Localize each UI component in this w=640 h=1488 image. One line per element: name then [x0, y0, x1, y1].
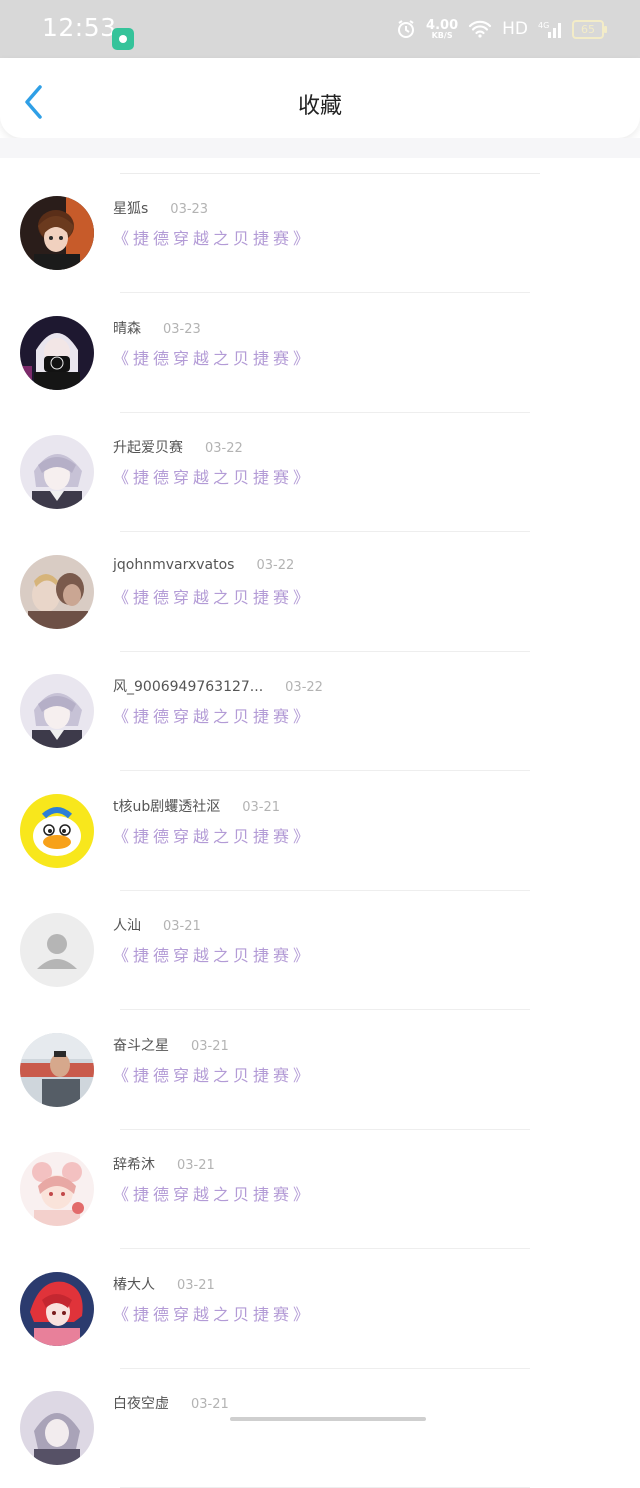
item-meta: 辞希沐 03-21 [113, 1154, 215, 1174]
favorite-item[interactable]: 晴森 03-23 《捷德穿越之贝捷赛》 [0, 294, 640, 413]
item-date: 03-21 [163, 919, 201, 934]
item-meta: jqohnmvarxvatos 03-22 [113, 557, 294, 573]
favorite-item[interactable]: 星狐s 03-23 《捷德穿越之贝捷赛》 [0, 174, 640, 293]
story-title[interactable]: 《捷德穿越之贝捷赛》 [113, 345, 313, 369]
favorite-item[interactable]: 奋斗之星 03-21 《捷德穿越之贝捷赛》 [0, 1011, 640, 1130]
avatar[interactable] [20, 1272, 94, 1346]
top-nav-bar: 收藏 [0, 58, 640, 138]
story-title[interactable]: 《捷德穿越之贝捷赛》 [113, 1062, 313, 1086]
user-name[interactable]: jqohnmvarxvatos [113, 557, 234, 573]
alarm-icon [396, 19, 416, 39]
user-name[interactable]: t核ub剧蠼透社沤 [113, 799, 220, 815]
favorite-item[interactable]: jqohnmvarxvatos 03-22 《捷德穿越之贝捷赛》 [0, 533, 640, 652]
item-divider [120, 770, 530, 771]
story-title[interactable]: 《捷德穿越之贝捷赛》 [113, 1181, 313, 1205]
home-indicator[interactable] [230, 1417, 426, 1421]
user-name[interactable]: 椿大人 [113, 1277, 155, 1293]
item-meta: 人汕 03-21 [113, 915, 201, 935]
story-title[interactable]: 《捷德穿越之贝捷赛》 [113, 584, 313, 608]
item-meta: 晴森 03-23 [113, 318, 201, 338]
header-divider-band [0, 138, 640, 158]
favorite-item[interactable]: 风_9006949763127... 03-22 《捷德穿越之贝捷赛》 [0, 652, 640, 771]
story-title[interactable]: 《捷德穿越之贝捷赛》 [113, 1301, 313, 1325]
favorite-item[interactable]: 辞希沐 03-21 《捷德穿越之贝捷赛》 [0, 1130, 640, 1249]
avatar[interactable] [20, 1033, 94, 1107]
item-meta: 升起爱贝赛 03-22 [113, 437, 243, 457]
user-name[interactable]: 风_9006949763127... [113, 679, 263, 695]
battery-icon: 65 [572, 19, 607, 39]
svg-text:4G: 4G [538, 21, 549, 30]
item-date: 03-22 [256, 558, 295, 573]
network-speed: 4.00 KB/S [426, 19, 458, 40]
wifi-icon [468, 20, 492, 38]
avatar[interactable] [20, 1391, 94, 1465]
item-date: 03-21 [191, 1397, 229, 1412]
avatar[interactable] [20, 1152, 94, 1226]
user-name[interactable]: 升起爱贝赛 [113, 440, 183, 456]
story-title[interactable]: 《捷德穿越之贝捷赛》 [113, 464, 313, 488]
user-name[interactable]: 辞希沐 [113, 1157, 155, 1173]
item-date: 03-21 [177, 1278, 215, 1293]
item-meta: 白夜空虚 03-21 [113, 1393, 229, 1413]
page-title: 收藏 [297, 94, 342, 119]
favorite-item[interactable]: 人汕 03-21 《捷德穿越之贝捷赛》 [0, 891, 640, 1010]
item-meta: 椿大人 03-21 [113, 1274, 215, 1294]
avatar[interactable] [20, 435, 94, 509]
user-name[interactable]: 晴森 [113, 321, 141, 337]
item-date: 03-23 [170, 202, 209, 217]
status-time: 12:53 [42, 13, 117, 42]
favorite-item[interactable]: 白夜空虚 03-21 [0, 1369, 640, 1488]
story-title[interactable]: 《捷德穿越之贝捷赛》 [113, 823, 313, 847]
user-name[interactable]: 白夜空虚 [113, 1396, 169, 1412]
user-name[interactable]: 人汕 [113, 918, 141, 934]
net-speed-value: 4.00 [426, 17, 459, 33]
item-meta: 风_9006949763127... 03-22 [113, 676, 323, 696]
avatar[interactable] [20, 794, 94, 868]
item-meta: t核ub剧蠼透社沤 03-21 [113, 796, 280, 816]
favorite-item[interactable]: t核ub剧蠼透社沤 03-21 《捷德穿越之贝捷赛》 [0, 772, 640, 891]
status-bar: 12:53 4.00 KB/S HD 4G 65 [0, 0, 640, 58]
favorite-item[interactable]: 椿大人 03-21 《捷德穿越之贝捷赛》 [0, 1250, 640, 1369]
avatar[interactable] [20, 674, 94, 748]
item-divider [120, 1009, 530, 1010]
item-divider [120, 531, 530, 532]
user-name[interactable]: 星狐s [113, 201, 148, 217]
user-name[interactable]: 奋斗之星 [113, 1038, 169, 1054]
favorite-item[interactable]: 升起爱贝赛 03-22 《捷德穿越之贝捷赛》 [0, 413, 640, 532]
item-meta: 奋斗之星 03-21 [113, 1035, 229, 1055]
net-speed-unit: KB/S [431, 30, 453, 40]
avatar[interactable] [20, 316, 94, 390]
battery-level: 65 [581, 22, 595, 36]
avatar[interactable] [20, 555, 94, 629]
item-divider [120, 292, 530, 293]
item-date: 03-22 [285, 680, 323, 695]
app-notification-icon [112, 28, 134, 50]
item-date: 03-22 [205, 441, 243, 456]
item-date: 03-23 [163, 322, 201, 337]
item-date: 03-21 [177, 1158, 215, 1173]
story-title[interactable]: 《捷德穿越之贝捷赛》 [113, 225, 313, 249]
story-title[interactable]: 《捷德穿越之贝捷赛》 [113, 703, 313, 727]
item-meta: 星狐s 03-23 [113, 198, 208, 218]
item-date: 03-21 [242, 800, 281, 815]
signal-icon: 4G [538, 19, 562, 39]
hd-indicator: HD [502, 19, 528, 39]
item-date: 03-21 [191, 1039, 229, 1054]
story-title[interactable]: 《捷德穿越之贝捷赛》 [113, 942, 313, 966]
avatar[interactable] [20, 196, 94, 270]
avatar[interactable] [20, 913, 94, 987]
item-divider [120, 1248, 530, 1249]
